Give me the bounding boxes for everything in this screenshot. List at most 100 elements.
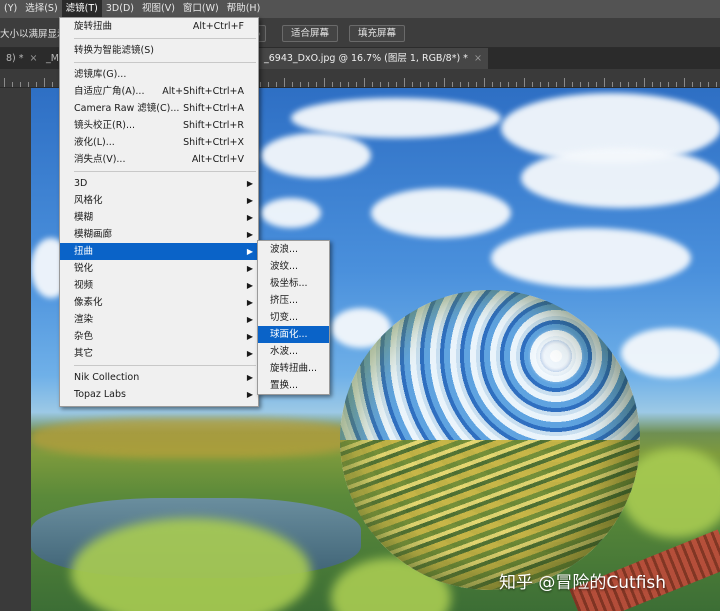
fullscreen-size-label[interactable]: 大小以满屏显示 <box>0 26 67 40</box>
submenu-item-spherize[interactable]: 球面化... <box>258 326 329 343</box>
menu-item-vanishing-point[interactable]: 消失点(V)... Alt+Ctrl+V <box>60 151 258 168</box>
cloud <box>521 148 720 208</box>
menu-item-label: 模糊 <box>74 212 94 223</box>
menu-item-render[interactable]: 渲染 ▶ <box>60 311 258 328</box>
fill-screen-button[interactable]: 填充屏幕 <box>349 25 406 42</box>
menu-item-topaz-labs[interactable]: Topaz Labs ▶ <box>60 386 258 403</box>
cloud <box>371 188 511 238</box>
submenu-arrow-icon: ▶ <box>246 332 253 341</box>
ruler-tick <box>396 82 397 87</box>
menu-item-noise[interactable]: 杂色 ▶ <box>60 328 258 345</box>
ruler-tick <box>372 82 373 87</box>
ruler-tick <box>492 82 493 87</box>
cloud <box>291 98 501 138</box>
ruler-tick <box>4 78 5 87</box>
submenu-arrow-icon: ▶ <box>246 230 253 239</box>
ruler-tick <box>516 82 517 87</box>
menu-item-video[interactable]: 视频 ▶ <box>60 277 258 294</box>
submenu-arrow-icon: ▶ <box>246 247 253 256</box>
menu-window[interactable]: 窗口(W) <box>179 0 223 18</box>
ruler-tick <box>308 82 309 87</box>
menu-item-3d[interactable]: 3D ▶ <box>60 175 258 192</box>
fit-screen-button[interactable]: 适合屏幕 <box>282 25 339 42</box>
submenu-item-zigzag[interactable]: 水波... <box>258 343 329 360</box>
ruler-tick <box>652 82 653 87</box>
menu-filter[interactable]: 滤镜(T) <box>61 0 102 18</box>
ruler-tick <box>588 82 589 87</box>
submenu-item-wave[interactable]: 波浪... <box>258 241 329 258</box>
menu-separator <box>74 38 256 39</box>
ruler-tick <box>268 82 269 87</box>
ruler-tick <box>52 82 53 87</box>
submenu-item-twirl[interactable]: 旋转扭曲... <box>258 360 329 377</box>
ruler-tick <box>500 82 501 87</box>
vertical-ruler[interactable] <box>0 88 31 611</box>
ruler-tick <box>12 82 13 87</box>
ruler-tick <box>412 82 413 87</box>
ruler-tick <box>28 82 29 87</box>
spherize-distorted-area <box>340 290 640 590</box>
tab-document-1[interactable]: 8) * × <box>0 48 44 69</box>
ruler-tick <box>540 82 541 87</box>
close-icon[interactable]: × <box>30 53 38 64</box>
tab-title: 8) * <box>6 53 24 64</box>
menu-item-blur-gallery[interactable]: 模糊画廊 ▶ <box>60 226 258 243</box>
menu-item-other[interactable]: 其它 ▶ <box>60 345 258 362</box>
cloud <box>621 328 720 378</box>
menu-item-distort[interactable]: 扭曲 ▶ <box>60 243 258 260</box>
submenu-item-polar-coordinates[interactable]: 极坐标... <box>258 275 329 292</box>
ruler-tick <box>636 82 637 87</box>
menu-item-lens-correction[interactable]: 镜头校正(R)... Shift+Ctrl+R <box>60 117 258 134</box>
menu-view[interactable]: 视图(V) <box>138 0 179 18</box>
submenu-arrow-icon: ▶ <box>246 298 253 307</box>
submenu-arrow-icon: ▶ <box>246 179 253 188</box>
cloud <box>261 133 371 178</box>
tab-document-active[interactable]: _6943_DxO.jpg @ 16.7% (图层 1, RGB/8*) * × <box>258 48 488 69</box>
submenu-arrow-icon: ▶ <box>246 281 253 290</box>
ruler-tick <box>476 82 477 87</box>
ruler-tick <box>604 78 605 87</box>
menu-item-sharpen[interactable]: 锐化 ▶ <box>60 260 258 277</box>
menu-item-pixelate[interactable]: 像素化 ▶ <box>60 294 258 311</box>
ruler-tick <box>644 78 645 87</box>
menu-item-label: 渲染 <box>74 314 94 325</box>
ruler-tick <box>404 78 405 87</box>
submenu-arrow-icon: ▶ <box>246 349 253 358</box>
ruler-tick <box>428 82 429 87</box>
menu-item-label: Nik Collection <box>74 372 140 383</box>
menu-item-liquify[interactable]: 液化(L)... Shift+Ctrl+X <box>60 134 258 151</box>
menu-item-last-filter[interactable]: 旋转扭曲 Alt+Ctrl+F <box>60 18 258 35</box>
menu-y[interactable]: (Y) <box>0 0 21 18</box>
tab-title: _6943_DxO.jpg @ 16.7% (图层 1, RGB/8*) * <box>264 53 468 64</box>
ruler-tick <box>572 82 573 87</box>
ruler-tick <box>436 82 437 87</box>
menu-item-label: 像素化 <box>74 297 103 308</box>
ruler-tick <box>508 82 509 87</box>
submenu-item-shear[interactable]: 切变... <box>258 309 329 326</box>
submenu-item-displace[interactable]: 置换... <box>258 377 329 394</box>
menu-item-blur[interactable]: 模糊 ▶ <box>60 209 258 226</box>
ruler-tick <box>452 82 453 87</box>
ruler-tick <box>380 82 381 87</box>
menu-select[interactable]: 选择(S) <box>21 0 61 18</box>
submenu-item-ripple[interactable]: 波纹... <box>258 258 329 275</box>
menu-item-stylize[interactable]: 风格化 ▶ <box>60 192 258 209</box>
menu-help[interactable]: 帮助(H) <box>223 0 265 18</box>
menu-item-shortcut: Shift+Ctrl+R <box>182 120 244 131</box>
ruler-tick <box>684 78 685 87</box>
menu-item-camera-raw[interactable]: Camera Raw 滤镜(C)... Shift+Ctrl+A <box>60 100 258 117</box>
ruler-tick <box>444 78 445 87</box>
menu-item-label: 锐化 <box>74 263 94 274</box>
menu-item-adaptive-wide[interactable]: 自适应广角(A)... Alt+Shift+Ctrl+A <box>60 83 258 100</box>
submenu-item-pinch[interactable]: 挤压... <box>258 292 329 309</box>
menu-item-nik-collection[interactable]: Nik Collection ▶ <box>60 369 258 386</box>
close-icon[interactable]: × <box>474 53 482 64</box>
menu-3d[interactable]: 3D(D) <box>102 0 138 18</box>
menu-separator <box>74 62 256 63</box>
menu-item-convert-smart[interactable]: 转换为智能滤镜(S) <box>60 42 258 59</box>
menu-item-filter-gallery[interactable]: 滤镜库(G)... <box>60 66 258 83</box>
ruler-tick <box>460 82 461 87</box>
menu-item-label: 风格化 <box>74 195 103 206</box>
ruler-tick <box>700 82 701 87</box>
ruler-tick <box>532 82 533 87</box>
